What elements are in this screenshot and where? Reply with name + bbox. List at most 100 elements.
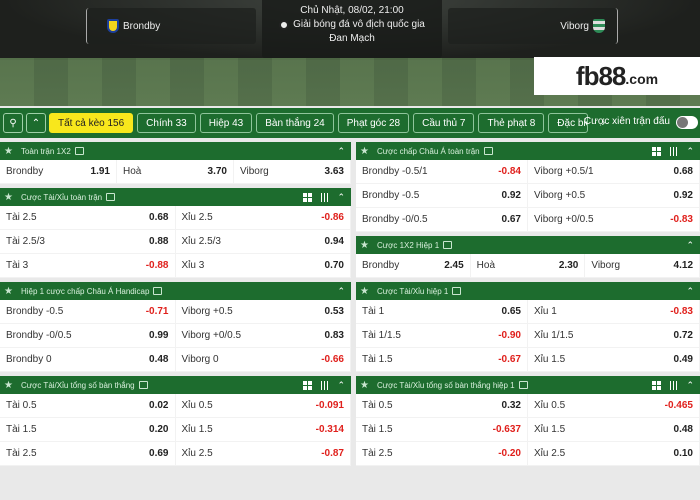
odds-cell[interactable]: Tài 0.5 0.02 bbox=[0, 394, 175, 417]
odds-cell[interactable]: Tài 1/1.5 -0.90 bbox=[356, 324, 527, 347]
market-section: ★ Cược Tài/Xỉu toàn trận ⌃ Tài 2.5 0.68 Xỉu 2… bbox=[0, 188, 351, 278]
odds-cell[interactable]: Viborg 4.12 bbox=[585, 254, 700, 277]
star-icon[interactable]: ★ bbox=[360, 286, 369, 297]
column-view-icon[interactable] bbox=[669, 380, 679, 390]
market-header[interactable]: ★ Cược Tài/Xỉu tổng số bàn thắng ⌃ bbox=[0, 376, 351, 394]
tab-special[interactable]: Đặc biệt bbox=[548, 113, 589, 133]
stats-icon[interactable] bbox=[153, 287, 163, 295]
grid-view-icon[interactable] bbox=[303, 192, 313, 202]
odds-cell[interactable]: Tài 1.5 0.20 bbox=[0, 418, 175, 441]
chevron-up-icon[interactable]: ⌃ bbox=[337, 286, 345, 297]
tab-corners[interactable]: Phạt góc 28 bbox=[337, 113, 410, 133]
odds-cell[interactable]: Viborg +0/0.5 0.83 bbox=[175, 324, 350, 347]
odds-cell[interactable]: Xỉu 1 -0.83 bbox=[528, 300, 699, 323]
tab-cards[interactable]: Thẻ phạt 8 bbox=[478, 113, 545, 133]
odds-cell[interactable]: Xỉu 1.5 0.49 bbox=[528, 348, 699, 371]
odds-cell[interactable]: Xỉu 1.5 -0.314 bbox=[175, 418, 350, 441]
odds-cell[interactable]: Hoà 2.30 bbox=[470, 254, 585, 277]
odds-cell[interactable]: Xỉu 0.5 -0.465 bbox=[528, 394, 699, 417]
grid-view-icon[interactable] bbox=[652, 380, 662, 390]
star-icon[interactable]: ★ bbox=[360, 380, 369, 391]
market-header[interactable]: ★ Cược chấp Châu Á toàn trận ⌃ bbox=[356, 142, 700, 160]
odds-cell[interactable]: Tài 0.5 0.32 bbox=[356, 394, 527, 417]
odds-cell[interactable]: Brondby 1.91 bbox=[0, 160, 116, 183]
market-header[interactable]: ★ Cược 1X2 Hiệp 1 ⌃ bbox=[356, 236, 700, 254]
odds-cell[interactable]: Viborg +0.5 0.53 bbox=[175, 300, 350, 323]
odds-cell[interactable]: Viborg +0.5 0.92 bbox=[528, 184, 699, 207]
stats-icon[interactable] bbox=[452, 287, 462, 295]
odds-cell[interactable]: Tài 3 -0.88 bbox=[0, 254, 175, 277]
stats-icon[interactable] bbox=[443, 241, 453, 249]
stats-icon[interactable] bbox=[74, 147, 84, 155]
grid-view-icon[interactable] bbox=[303, 380, 313, 390]
tab-all-markets[interactable]: Tất cả kèo 156 bbox=[49, 113, 134, 133]
fb88-logo[interactable]: fb88 .com bbox=[534, 57, 700, 95]
odds-cell[interactable]: Brondby -0/0.5 0.99 bbox=[0, 324, 175, 347]
odds-value: 0.69 bbox=[149, 448, 169, 459]
stats-icon[interactable] bbox=[106, 193, 116, 201]
odds-cell[interactable]: Brondby -0.5 -0.71 bbox=[0, 300, 175, 323]
column-view-icon[interactable] bbox=[320, 380, 330, 390]
market-header[interactable]: ★ Cược Tài/Xỉu toàn trận ⌃ bbox=[0, 188, 351, 206]
star-icon[interactable]: ★ bbox=[360, 146, 369, 157]
chevron-up-icon[interactable]: ⌃ bbox=[686, 146, 694, 157]
odds-cell[interactable]: Hoà 3.70 bbox=[117, 160, 233, 183]
chevron-up-icon[interactable]: ⌃ bbox=[337, 380, 345, 391]
odds-cell[interactable]: Viborg 0 -0.66 bbox=[175, 348, 350, 371]
tab-half[interactable]: Hiệp 43 bbox=[199, 113, 253, 133]
parlay-toggle[interactable] bbox=[676, 116, 698, 129]
star-icon[interactable]: ★ bbox=[4, 192, 13, 203]
odds-cell[interactable]: Tài 1 0.65 bbox=[356, 300, 527, 323]
chevron-up-icon[interactable]: ⌃ bbox=[686, 380, 694, 391]
stats-icon[interactable] bbox=[518, 381, 528, 389]
odds-cell[interactable]: Viborg 3.63 bbox=[234, 160, 350, 183]
odds-cell[interactable]: Xỉu 1.5 0.48 bbox=[528, 418, 699, 441]
star-icon[interactable]: ★ bbox=[360, 240, 369, 251]
odds-cell[interactable]: Xỉu 2.5/3 0.94 bbox=[175, 230, 350, 253]
chevron-up-icon[interactable]: ⌃ bbox=[686, 240, 694, 251]
odds-cell[interactable]: Brondby -0.5 0.92 bbox=[356, 184, 527, 207]
odds-cell[interactable]: Xỉu 1/1.5 0.72 bbox=[528, 324, 699, 347]
odds-cell[interactable]: Tài 1.5 -0.67 bbox=[356, 348, 527, 371]
tab-main[interactable]: Chính 33 bbox=[137, 113, 196, 133]
column-view-icon[interactable] bbox=[669, 146, 679, 156]
odds-cell[interactable]: Tài 2.5 -0.20 bbox=[356, 442, 527, 465]
market-header[interactable]: ★ Hiệp 1 cược chấp Châu Á Handicap ⌃ bbox=[0, 282, 351, 300]
market-header[interactable]: ★ Cược Tài/Xỉu tổng số bàn thắng hiệp 1 ⌃ bbox=[356, 376, 700, 394]
market-header[interactable]: ★ Toàn trận 1X2 ⌃ bbox=[0, 142, 351, 160]
odds-cell[interactable]: Tài 2.5/3 0.88 bbox=[0, 230, 175, 253]
collapse-all-button[interactable]: ⌃ bbox=[26, 113, 46, 133]
market-title: Cược Tài/Xỉu hiệp 1 bbox=[376, 286, 449, 296]
odds-cell[interactable]: Xỉu 2.5 -0.86 bbox=[175, 206, 350, 229]
odds-value: 0.48 bbox=[673, 424, 693, 435]
odds-cell[interactable]: Brondby -0/0.5 0.67 bbox=[356, 208, 527, 231]
odds-cell[interactable]: Brondby 2.45 bbox=[356, 254, 470, 277]
chevron-up-icon[interactable]: ⌃ bbox=[686, 286, 694, 297]
tab-goals[interactable]: Bàn thắng 24 bbox=[256, 113, 334, 133]
odds-cell[interactable]: Brondby -0.5/1 -0.84 bbox=[356, 160, 527, 183]
odds-cell[interactable]: Xỉu 2.5 -0.87 bbox=[175, 442, 350, 465]
chevron-up-icon[interactable]: ⌃ bbox=[337, 146, 345, 157]
odds-cell[interactable]: Tài 1.5 -0.637 bbox=[356, 418, 527, 441]
odds-cell[interactable]: Brondby 0 0.48 bbox=[0, 348, 175, 371]
stats-icon[interactable] bbox=[138, 381, 148, 389]
star-icon[interactable]: ★ bbox=[4, 380, 13, 391]
search-button[interactable]: ⚲ bbox=[3, 113, 23, 133]
odds-cell[interactable]: Xỉu 3 0.70 bbox=[175, 254, 350, 277]
star-icon[interactable]: ★ bbox=[4, 146, 13, 157]
chevron-up-icon[interactable]: ⌃ bbox=[337, 192, 345, 203]
stats-icon[interactable] bbox=[483, 147, 493, 155]
odds-cell[interactable]: Viborg +0.5/1 0.68 bbox=[528, 160, 699, 183]
grid-view-icon[interactable] bbox=[652, 146, 662, 156]
tab-players[interactable]: Cầu thủ 7 bbox=[413, 113, 475, 133]
column-view-icon[interactable] bbox=[320, 192, 330, 202]
market-header[interactable]: ★ Cược Tài/Xỉu hiệp 1 ⌃ bbox=[356, 282, 700, 300]
odds-cell[interactable]: Tài 2.5 0.68 bbox=[0, 206, 175, 229]
odds-cell[interactable]: Tài 2.5 0.69 bbox=[0, 442, 175, 465]
odds-cell[interactable]: Xỉu 0.5 -0.091 bbox=[175, 394, 350, 417]
odds-cell[interactable]: Xỉu 2.5 0.10 bbox=[528, 442, 699, 465]
market-header-actions: ⌃ bbox=[303, 188, 345, 206]
odds-cell[interactable]: Viborg +0/0.5 -0.83 bbox=[528, 208, 699, 231]
star-icon[interactable]: ★ bbox=[4, 286, 13, 297]
odds-value: 2.30 bbox=[558, 260, 579, 271]
